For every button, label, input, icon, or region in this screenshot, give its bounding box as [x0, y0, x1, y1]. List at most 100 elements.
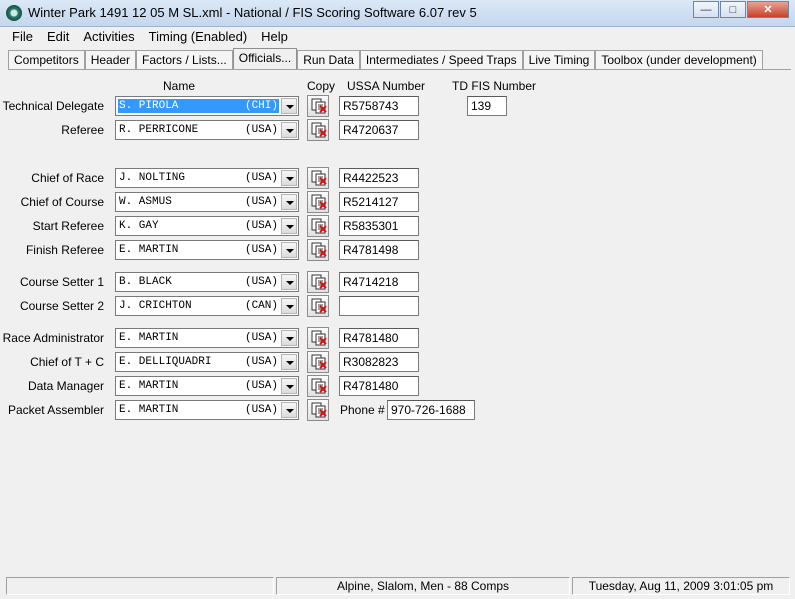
copy-button[interactable]	[307, 351, 329, 373]
ussa-number-field[interactable]: R3082823	[339, 352, 419, 372]
chevron-down-icon[interactable]	[281, 274, 297, 290]
official-name: R. PERRICONE	[119, 124, 199, 136]
official-nation: (USA)	[244, 380, 278, 392]
menu-file[interactable]: File	[4, 27, 39, 47]
copy-button[interactable]	[307, 327, 329, 349]
chevron-down-icon[interactable]	[281, 298, 297, 314]
official-nation: (USA)	[244, 404, 278, 416]
ussa-number-field[interactable]: R5835301	[339, 216, 419, 236]
official-nation: (CAN)	[244, 300, 278, 312]
chevron-down-icon[interactable]	[281, 122, 297, 138]
official-name: B. BLACK	[119, 276, 172, 288]
copy-button[interactable]	[307, 215, 329, 237]
copy-button[interactable]	[307, 271, 329, 293]
official-name-combo[interactable]: R. PERRICONE (USA)	[115, 120, 299, 140]
ussa-number-field[interactable]: R5758743	[339, 96, 419, 116]
copy-button[interactable]	[307, 295, 329, 317]
chevron-down-icon[interactable]	[281, 194, 297, 210]
tab-officials[interactable]: Officials...	[232, 48, 298, 70]
copy-button[interactable]	[307, 191, 329, 213]
chevron-down-icon[interactable]	[281, 330, 297, 346]
official-name: E. MARTIN	[119, 244, 179, 256]
official-name-combo[interactable]: E. DELLIQUADRI (USA)	[115, 352, 299, 372]
column-header-td-fis-number: TD FIS Number	[452, 79, 537, 93]
chevron-down-icon[interactable]	[281, 218, 297, 234]
official-name: J. CRICHTON	[119, 300, 192, 312]
column-header-name: Name	[163, 79, 196, 93]
tab-factors-lists[interactable]: Factors / Lists...	[136, 50, 233, 69]
row-label: Chief of Race	[31, 171, 104, 185]
official-name: J. NOLTING	[119, 172, 186, 184]
column-header-ussa-number: USSA Number	[347, 79, 426, 93]
ussa-number-field[interactable]: R4422523	[339, 168, 419, 188]
ussa-number-field[interactable]	[339, 296, 419, 316]
app-icon	[6, 5, 22, 21]
official-name-combo[interactable]: W. ASMUS (USA)	[115, 192, 299, 212]
official-name-combo[interactable]: J. CRICHTON (CAN)	[115, 296, 299, 316]
chevron-down-icon[interactable]	[281, 402, 297, 418]
official-name: E. DELLIQUADRI	[119, 356, 212, 368]
ussa-number-field[interactable]: R4714218	[339, 272, 419, 292]
chevron-down-icon[interactable]	[281, 170, 297, 186]
row-label: Course Setter 1	[19, 275, 104, 289]
status-panel-datetime: Tuesday, Aug 11, 2009 3:01:05 pm	[572, 577, 790, 595]
official-name-combo[interactable]: E. MARTIN (USA)	[115, 400, 299, 420]
official-nation: (USA)	[244, 356, 278, 368]
row-label: Packet Assembler	[7, 403, 104, 417]
td-fis-number-field[interactable]: 139	[467, 96, 507, 116]
chevron-down-icon[interactable]	[281, 354, 297, 370]
tab-live-timing[interactable]: Live Timing	[522, 50, 596, 69]
copy-button[interactable]	[307, 95, 329, 117]
copy-button[interactable]	[307, 399, 329, 421]
chevron-down-icon[interactable]	[281, 98, 297, 114]
official-name: E. MARTIN	[119, 380, 179, 392]
column-header-copy: Copy	[307, 79, 336, 93]
official-name-combo[interactable]: J. NOLTING (USA)	[115, 168, 299, 188]
tab-toolbox[interactable]: Toolbox (under development)	[595, 50, 763, 69]
official-nation: (USA)	[244, 196, 278, 208]
close-button[interactable]: ✕	[747, 1, 789, 18]
official-nation: (USA)	[244, 276, 278, 288]
copy-button[interactable]	[307, 375, 329, 397]
official-name-combo[interactable]: E. MARTIN (USA)	[115, 376, 299, 396]
minimize-button[interactable]: —	[693, 1, 719, 18]
tab-strip: Competitors Header Factors / Lists... Of…	[8, 48, 763, 70]
official-nation: (USA)	[244, 172, 278, 184]
menu-activities[interactable]: Activities	[75, 27, 140, 47]
official-name-combo[interactable]: B. BLACK (USA)	[115, 272, 299, 292]
row-label: Referee	[61, 123, 104, 137]
menu-help[interactable]: Help	[253, 27, 294, 47]
phone-field[interactable]: 970-726-1688	[387, 400, 475, 420]
official-name: S. PIROLA	[119, 100, 179, 112]
ussa-number-field[interactable]: R4720637	[339, 120, 419, 140]
tab-run-data[interactable]: Run Data	[297, 50, 360, 69]
ussa-number-field[interactable]: R4781480	[339, 376, 419, 396]
ussa-number-field[interactable]: R4781480	[339, 328, 419, 348]
official-name-combo[interactable]: E. MARTIN (USA)	[115, 328, 299, 348]
menu-timing[interactable]: Timing (Enabled)	[141, 27, 254, 47]
chevron-down-icon[interactable]	[281, 242, 297, 258]
status-panel-left	[6, 577, 274, 595]
official-name-combo[interactable]: E. MARTIN (USA)	[115, 240, 299, 260]
tab-competitors[interactable]: Competitors	[8, 50, 85, 69]
menu-bar: File Edit Activities Timing (Enabled) He…	[4, 27, 294, 47]
chevron-down-icon[interactable]	[281, 378, 297, 394]
tab-intermediates-speed-traps[interactable]: Intermediates / Speed Traps	[359, 50, 523, 69]
title-bar: Winter Park 1491 12 05 M SL.xml - Nation…	[0, 0, 795, 27]
row-label: Course Setter 2	[19, 299, 104, 313]
maximize-button[interactable]: □	[720, 1, 746, 18]
menu-edit[interactable]: Edit	[39, 27, 75, 47]
tab-divider	[8, 69, 791, 70]
copy-button[interactable]	[307, 167, 329, 189]
phone-label: Phone #	[340, 403, 385, 417]
ussa-number-field[interactable]: R5214127	[339, 192, 419, 212]
copy-button[interactable]	[307, 119, 329, 141]
ussa-number-field[interactable]: R4781498	[339, 240, 419, 260]
status-bar: Alpine, Slalom, Men - 88 Comps Tuesday, …	[0, 574, 795, 599]
official-name-combo[interactable]: K. GAY (USA)	[115, 216, 299, 236]
official-name-combo[interactable]: S. PIROLA (CHI)	[115, 96, 299, 116]
official-nation: (USA)	[244, 124, 278, 136]
tab-header[interactable]: Header	[84, 50, 137, 69]
row-label: Race Administrator	[2, 331, 104, 345]
copy-button[interactable]	[307, 239, 329, 261]
